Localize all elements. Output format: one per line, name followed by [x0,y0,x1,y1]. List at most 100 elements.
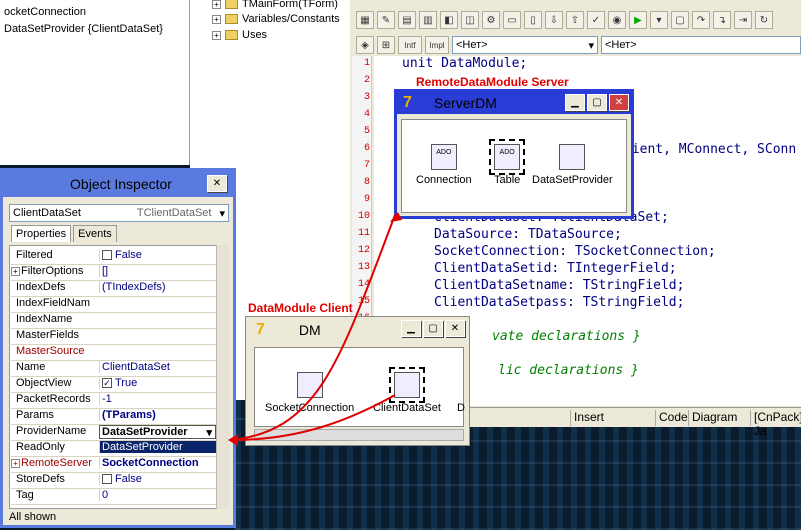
run-icon[interactable]: ▶ [629,11,647,29]
tab-cnpack[interactable]: [CnPack] Ja [750,410,801,438]
server-annotation-label: RemoteDataModule Server [416,75,569,89]
code-line: lient, MConnect, SConn [624,142,797,157]
prop-row-params[interactable]: Params (TParams) [11,409,216,425]
expand-icon[interactable]: + [212,14,221,24]
property-scrollbar[interactable] [216,245,229,509]
minimize-button[interactable]: ▁ [401,320,421,337]
prop-row-masterfields[interactable]: MasterFields [11,329,216,345]
component-socketconnection[interactable]: SocketConnection [265,372,354,414]
class-combo[interactable]: <Нет> ▾ [452,36,598,54]
line-number: 11 [357,228,370,239]
tab-events[interactable]: Events [73,225,117,242]
toolbar-button[interactable]: ▦ [356,11,374,29]
close-button[interactable]: ✕ [445,320,465,337]
close-button[interactable]: ✕ [207,175,227,192]
dm-titlebar[interactable]: 7 DM ▁ ▢ ✕ [246,317,469,343]
tree-item-uses[interactable]: + Uses [212,29,267,41]
toolbar-button[interactable]: ⇥ [734,11,752,29]
toolbar-button[interactable]: ▤ [398,11,416,29]
tree-item-variables[interactable]: + Variables/Constants [212,13,340,25]
tab-diagram[interactable]: Diagram [688,410,737,426]
component-label: SocketConnection [265,402,355,414]
tree-item-tmainform[interactable]: + TMainForm(TForm) [212,0,338,10]
expand-icon[interactable]: + [212,30,221,40]
minimize-button[interactable]: ▁ [565,94,585,111]
component-clientdataset[interactable]: ClientDataSet [373,367,441,414]
prop-row-name[interactable]: Name ClientDataSet [11,361,216,377]
inspector-footer: All shown [9,511,57,523]
tree-item-socketconnection[interactable]: ocketConnection [4,6,86,18]
object-inspector-titlebar[interactable]: Object Inspector ✕ [3,171,233,197]
prop-row-indexdefs[interactable]: IndexDefs (TIndexDefs) [11,281,216,297]
toolbar-button[interactable]: ◉ [608,11,626,29]
prop-row-remoteserver[interactable]: + RemoteServer SocketConnection [11,457,216,473]
prop-row-indexfieldnames[interactable]: IndexFieldNam [11,297,216,313]
toolbar-button[interactable]: ▾ [650,11,668,29]
window-title: ServerDM [433,95,497,111]
folder-icon [225,14,238,25]
prop-row-providername[interactable]: ProviderName DataSetProvider ▾ [11,425,216,441]
toolbar-button[interactable]: ◈ [356,36,374,54]
tab-properties[interactable]: Properties [11,225,72,242]
dm-scrollbar[interactable] [254,429,464,441]
component-partial[interactable]: D [457,402,465,414]
maximize-button[interactable]: ▢ [587,94,607,111]
chevron-down-icon[interactable]: ▾ [206,426,212,438]
dropdown-option-selected[interactable]: DataSetProvider [99,441,216,453]
impl-button[interactable]: Impl [425,36,449,54]
toolbar-button[interactable]: ↷ [692,11,710,29]
toolbar-button[interactable]: ⚙ [482,11,500,29]
prop-row-storedefs[interactable]: StoreDefs False [11,473,216,489]
insert-mode-indicator: Insert [570,410,650,426]
prop-row-readonly[interactable]: ReadOnly DataSetProvider [11,441,216,457]
toolbar-button[interactable]: ✎ [377,11,395,29]
toolbar-button[interactable]: ◫ [461,11,479,29]
expand-icon[interactable]: + [11,458,20,468]
close-button[interactable]: ✕ [609,94,629,111]
checkbox[interactable] [102,250,112,261]
folder-icon [225,0,238,10]
toolbar-button[interactable]: ✓ [587,11,605,29]
toolbar-button[interactable]: ↴ [713,11,731,29]
toolbar-button[interactable]: ▥ [419,11,437,29]
line-number: 14 [357,279,370,290]
serverdm-titlebar[interactable]: 7 ServerDM ▁ ▢ ✕ [397,92,631,114]
code-line: unit DataModule; [402,56,528,71]
socket-connection-icon [296,372,323,398]
tab-code[interactable]: Code [655,410,688,426]
tree-item-datasetprovider[interactable]: DataSetProvider {ClientDataSet} [4,23,163,35]
checkbox-checked[interactable]: ✓ [102,378,112,389]
prop-row-objectview[interactable]: ObjectView ✓ True [11,377,216,393]
serverdm-window: 7 ServerDM ▁ ▢ ✕ ADO Connection ADO Tabl… [394,89,634,219]
line-number: 10 [357,211,370,222]
toolbar-button[interactable]: ▢ [671,11,689,29]
client-annotation-label: DataModule Client [248,301,353,315]
toolbar-button[interactable]: ▭ [503,11,521,29]
toolbar-button[interactable]: ◧ [440,11,458,29]
checkbox[interactable] [102,474,112,485]
toolbar-button[interactable]: ⇩ [545,11,563,29]
toolbar-button[interactable]: ⊞ [377,36,395,54]
expand-icon[interactable]: + [212,0,221,9]
prop-row-packetrecords[interactable]: PacketRecords -1 [11,393,216,409]
method-combo[interactable]: <Нет> [601,36,801,54]
component-datasetprovider[interactable]: DataSetProvider [532,144,613,186]
component-table[interactable]: ADO Table [489,139,526,186]
intf-button[interactable]: Intf [398,36,422,54]
toolbar-button[interactable]: ⇧ [566,11,584,29]
prop-row-tag[interactable]: Tag 0 [11,489,216,505]
line-number: 13 [357,262,370,273]
prop-row-filteroptions[interactable]: + FilterOptions [] [11,265,216,281]
prop-row-indexname[interactable]: IndexName [11,313,216,329]
toolbar-button[interactable]: ▯ [524,11,542,29]
code-comment: lic declarations } [498,363,639,378]
toolbar-button[interactable]: ↻ [755,11,773,29]
component-connection[interactable]: ADO Connection [416,144,472,186]
code-line: ClientDataSetpass: TStringField; [434,295,685,310]
maximize-button[interactable]: ▢ [423,320,443,337]
prop-row-mastersource[interactable]: MasterSource [11,345,216,361]
prop-row-filtered[interactable]: Filtered False [11,249,216,265]
provider-icon [559,144,586,170]
expand-icon[interactable]: + [11,266,20,276]
object-selector[interactable]: ClientDataSet TClientDataSet ▾ [9,204,229,222]
